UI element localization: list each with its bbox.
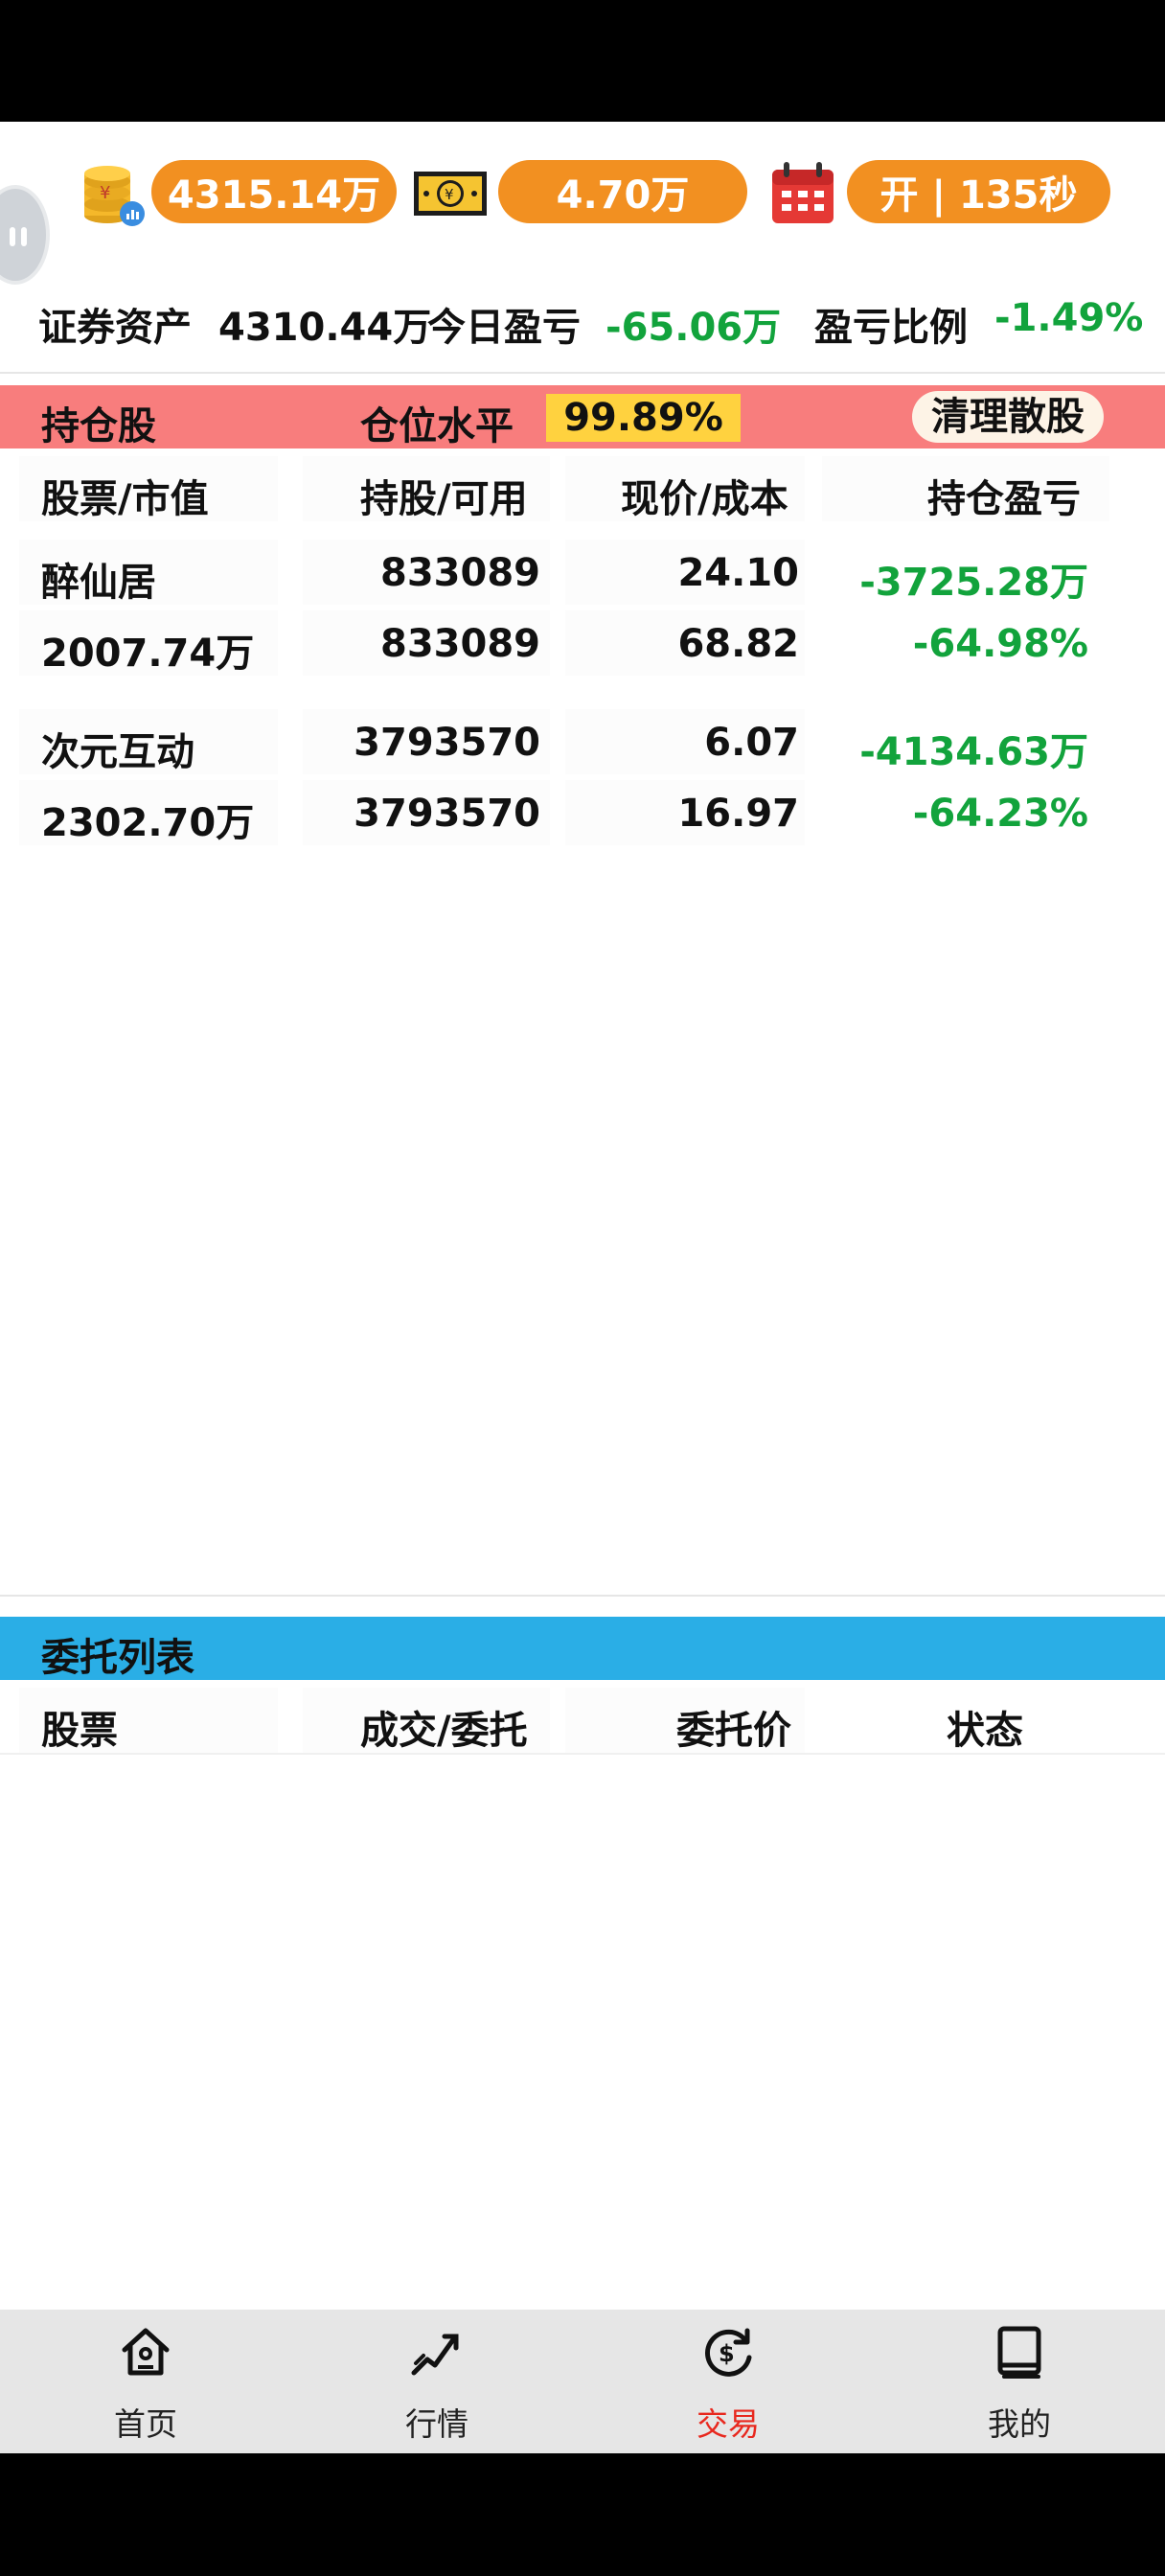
- floating-assist-button[interactable]: [0, 185, 50, 285]
- position-level-value: 99.89%: [563, 396, 723, 440]
- col-filled-ordered: 成交/委托: [360, 1709, 528, 1753]
- position-level-label: 仓位水平: [360, 404, 514, 448]
- total-assets-value: 4315.14万: [167, 173, 381, 218]
- market-status-pill: 开 | 135秒: [847, 160, 1110, 223]
- nav-label-home: 首页: [114, 2405, 177, 2443]
- divider: [0, 1595, 1165, 1597]
- clean-odd-lots-label: 清理散股: [931, 395, 1085, 439]
- available-shares: 3793570: [354, 792, 540, 836]
- current-price: 24.10: [677, 551, 799, 595]
- book-icon: [997, 2326, 1041, 2379]
- stock-name: 醉仙居: [41, 561, 156, 605]
- nav-item-mine[interactable]: 我的: [874, 2310, 1165, 2453]
- cost-price: 16.97: [677, 792, 799, 836]
- total-assets-pill: 4315.14万: [151, 160, 397, 223]
- bottom-nav: 首页 行情 $ 交易 我的: [0, 2310, 1165, 2453]
- today-pl-value: -65.06万: [605, 306, 782, 350]
- nav-item-market[interactable]: 行情: [291, 2310, 582, 2453]
- market-value: 2302.70万: [41, 801, 255, 845]
- holdings-header-bar: 持仓股 仓位水平 99.89% 清理散股: [0, 385, 1165, 448]
- col-position-pl: 持仓盈亏: [927, 477, 1081, 521]
- nav-label-trade: 交易: [697, 2405, 760, 2443]
- calendar-icon: [772, 162, 834, 223]
- nav-item-trade[interactable]: $ 交易: [582, 2310, 874, 2453]
- today-pl-label: 今日盈亏: [427, 306, 581, 350]
- pl-ratio-value: -1.49%: [994, 296, 1144, 340]
- market-status-value: 开 | 135秒: [879, 173, 1078, 218]
- cash-pill: 4.70万: [498, 160, 747, 223]
- svg-text:$: $: [719, 2340, 735, 2367]
- holding-row[interactable]: 次元互动 3793570 6.07 -4134.63万: [0, 709, 1165, 774]
- trade-page: ¥ 4315.14万 ¥ 4.70万 开 | 135秒 证券资产 4310.44…: [0, 122, 1165, 2453]
- nav-label-market: 行情: [405, 2405, 468, 2443]
- position-level-badge: 99.89%: [546, 394, 741, 442]
- home-icon: [122, 2328, 170, 2376]
- available-shares: 833089: [380, 622, 540, 666]
- trade-icon: $: [705, 2328, 752, 2377]
- clean-odd-lots-button[interactable]: 清理散股: [912, 391, 1104, 443]
- position-pl-pct: -64.98%: [912, 622, 1088, 666]
- screen: ¥ 4315.14万 ¥ 4.70万 开 | 135秒 证券资产 4310.44…: [0, 0, 1165, 2576]
- assets-label: 证券资产: [38, 306, 192, 350]
- col-stock-mv: 股票/市值: [41, 477, 209, 521]
- shares: 3793570: [354, 721, 540, 765]
- nav-item-home[interactable]: 首页: [0, 2310, 291, 2453]
- orders-column-headers: 股票 成交/委托 委托价 状态: [0, 1688, 1165, 1753]
- col-shares-available: 持股/可用: [360, 477, 528, 521]
- assets-value: 4310.44万: [218, 306, 432, 350]
- divider: [0, 1753, 1165, 1755]
- holding-row-detail[interactable]: 2302.70万 3793570 16.97 -64.23%: [0, 780, 1165, 845]
- col-stock: 股票: [41, 1709, 118, 1753]
- shares: 833089: [380, 551, 540, 595]
- col-order-price: 委托价: [676, 1709, 791, 1753]
- svg-text:¥: ¥: [445, 186, 454, 203]
- stock-name: 次元互动: [41, 730, 194, 774]
- orders-header-bar: 委托列表: [0, 1617, 1165, 1680]
- current-price: 6.07: [704, 721, 799, 765]
- col-status: 状态: [947, 1709, 1023, 1753]
- holdings-column-headers: 股票/市值 持股/可用 现价/成本 持仓盈亏: [0, 456, 1165, 521]
- position-pl-pct: -64.23%: [912, 792, 1088, 836]
- position-pl: -4134.63万: [859, 730, 1088, 774]
- account-summary: 证券资产 4310.44万 今日盈亏 -65.06万 盈亏比例 -1.49%: [0, 285, 1165, 352]
- divider: [0, 372, 1165, 374]
- holding-row-detail[interactable]: 2007.74万 833089 68.82 -64.98%: [0, 610, 1165, 676]
- holding-row[interactable]: 醉仙居 833089 24.10 -3725.28万: [0, 540, 1165, 605]
- pl-ratio-label: 盈亏比例: [814, 306, 968, 350]
- market-value: 2007.74万: [41, 632, 255, 676]
- cash-value: 4.70万: [556, 173, 690, 218]
- cost-price: 68.82: [677, 622, 799, 666]
- orders-title: 委托列表: [41, 1636, 194, 1680]
- nav-label-mine: 我的: [988, 2405, 1051, 2443]
- svg-text:¥: ¥: [100, 183, 110, 203]
- position-pl: -3725.28万: [859, 561, 1088, 605]
- banknote-icon: ¥: [414, 172, 487, 216]
- col-price-cost: 现价/成本: [621, 477, 788, 521]
- holdings-title: 持仓股: [41, 404, 156, 448]
- top-status-bar: ¥ 4315.14万 ¥ 4.70万 开 | 135秒: [0, 122, 1165, 285]
- coins-icon: ¥: [84, 166, 145, 226]
- trend-icon: [411, 2334, 459, 2376]
